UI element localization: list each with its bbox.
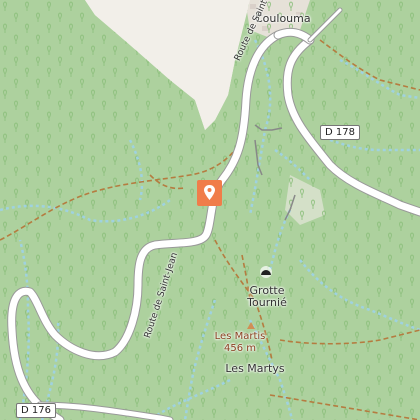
map-viewport[interactable]: Coulouma Les Martys Route de Saint-Jean … [0,0,420,420]
road-shield-d176: D 176 [16,403,56,418]
map-base-layer [0,0,420,420]
cave-label-line2: Tournié [247,296,287,309]
hamlet-label: Les Martys [225,362,285,375]
road-shield-d178: D 178 [320,125,360,140]
cave-icon [260,266,272,278]
peak-elevation-label: 456 m [223,343,257,354]
location-pin-icon [197,180,222,206]
